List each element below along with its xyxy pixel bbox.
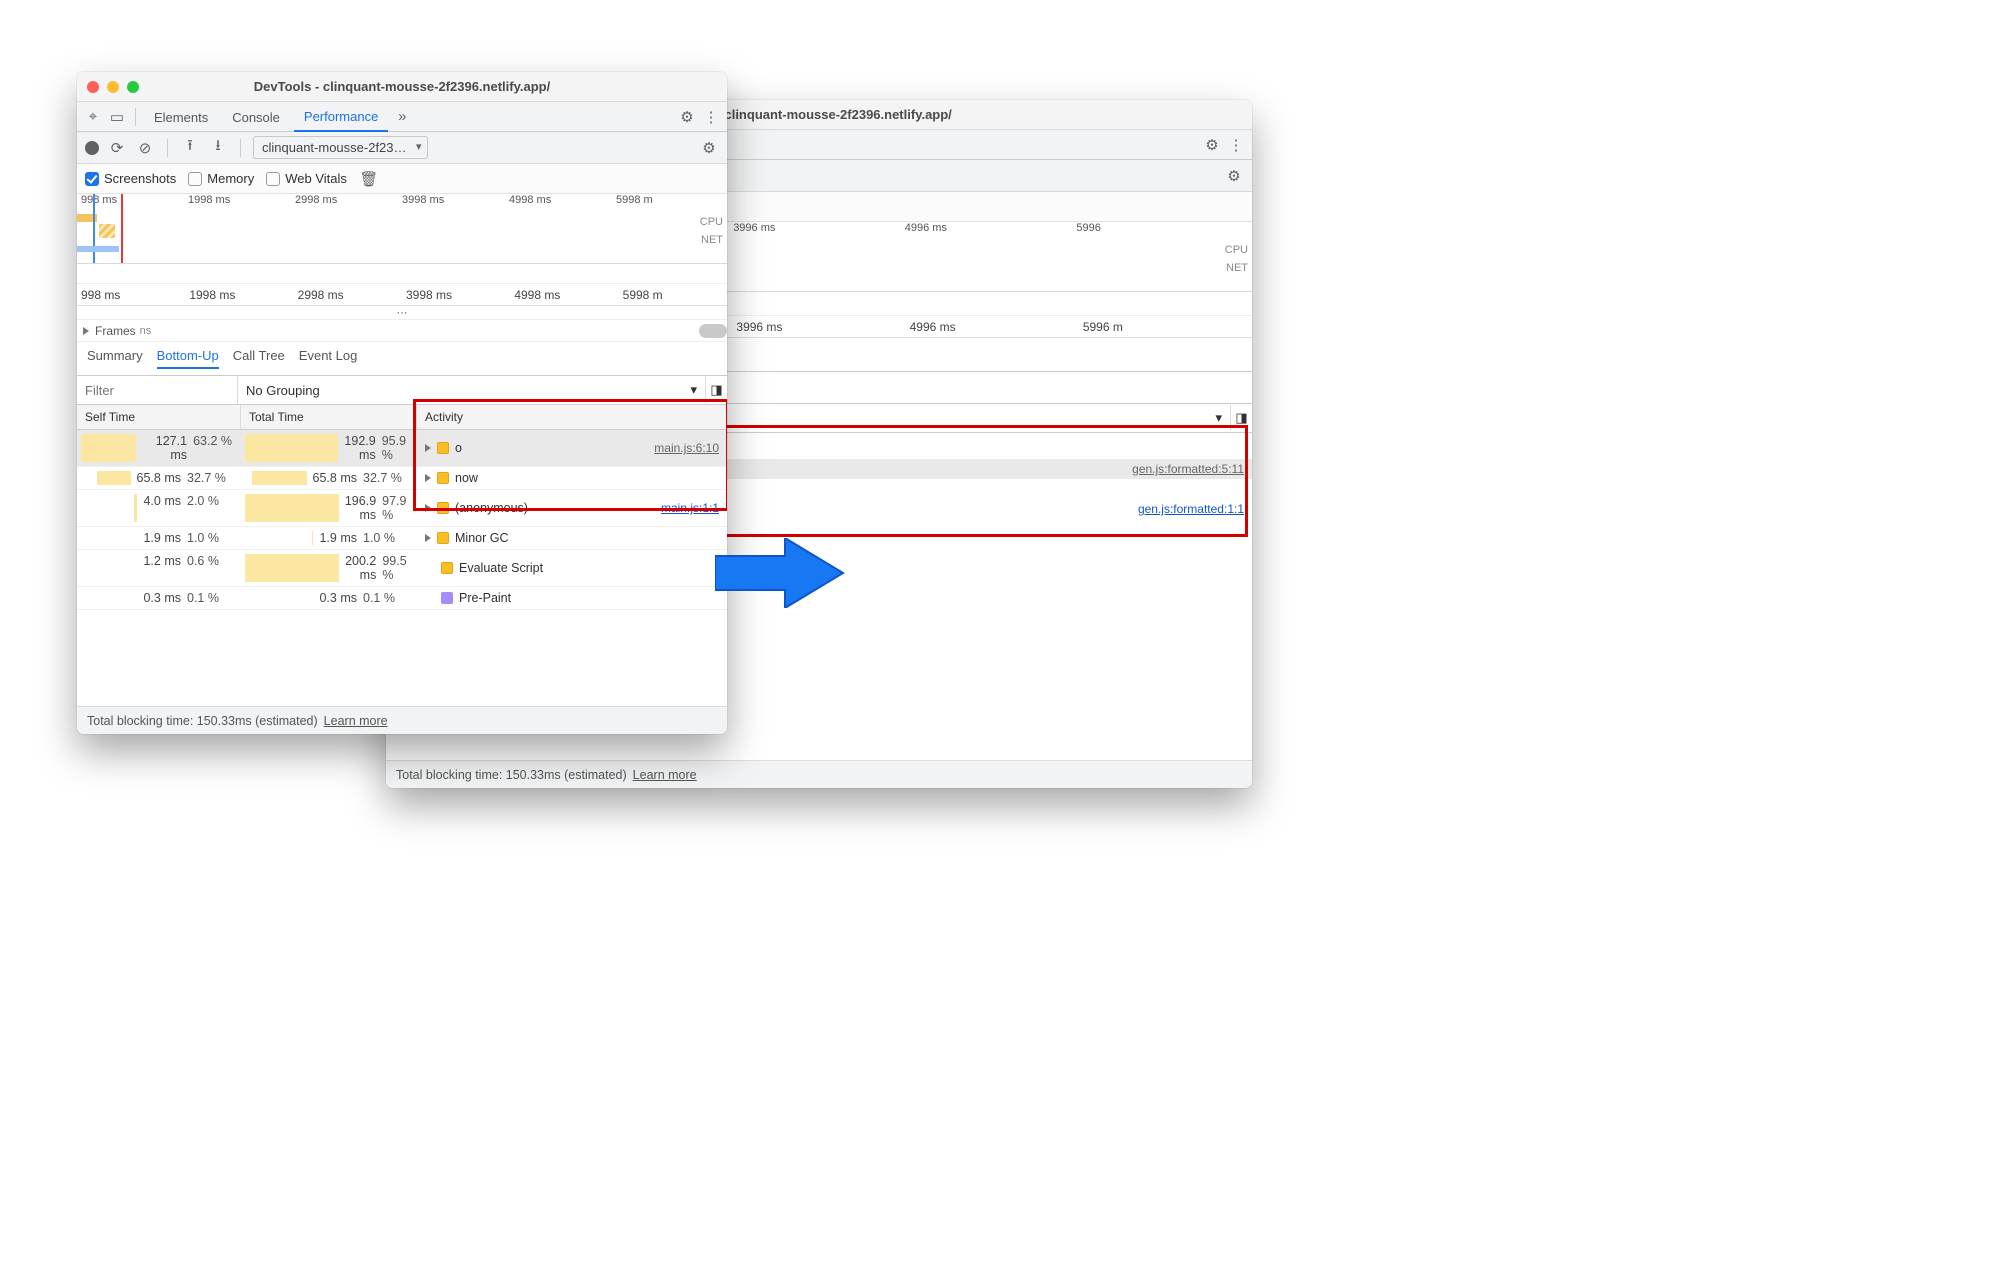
- memory-checkbox[interactable]: Memory: [188, 171, 254, 187]
- perf-toolbar: ⟳ ⊘ ⭱ ⭳ clinquant-mousse-2f23… ⚙: [77, 132, 727, 164]
- zoom-icon[interactable]: [127, 81, 139, 93]
- window-title: DevTools - clinquant-mousse-2f2396.netli…: [254, 79, 550, 94]
- scroll-pill[interactable]: [699, 324, 727, 338]
- time-cell: 200.2 ms99.5 %: [241, 550, 417, 586]
- trash-icon[interactable]: 🗑: [359, 170, 379, 188]
- activity-cell[interactable]: Evaluate Script: [417, 550, 727, 586]
- titlebar[interactable]: DevTools - clinquant-mousse-2f2396.netli…: [77, 72, 727, 102]
- time-cell: 0.3 ms0.1 %: [241, 587, 417, 609]
- device-icon[interactable]: ▭: [107, 108, 127, 126]
- status-bar: Total blocking time: 150.33ms (estimated…: [386, 760, 1252, 788]
- time-cell: 4.0 ms2.0 %: [77, 490, 241, 526]
- ruler[interactable]: 998 ms 1998 ms 2998 ms 3998 ms 4998 ms 5…: [77, 284, 727, 306]
- learn-more-link[interactable]: Learn more: [324, 707, 388, 734]
- devtools-window-a: DevTools - clinquant-mousse-2f2396.netli…: [77, 72, 727, 734]
- table-row[interactable]: 1.2 ms0.6 %200.2 ms99.5 % Evaluate Script: [77, 550, 727, 587]
- window-controls[interactable]: [87, 81, 139, 93]
- status-bar: Total blocking time: 150.33ms (estimated…: [77, 706, 727, 734]
- activity-icon: [441, 562, 453, 574]
- download-icon[interactable]: ⭳: [208, 135, 228, 160]
- gear-icon[interactable]: ⚙: [1202, 136, 1222, 154]
- time-cell: 192.9 ms95.9 %: [241, 430, 417, 466]
- net-label: NET: [701, 234, 723, 246]
- webvitals-checkbox[interactable]: Web Vitals: [266, 171, 347, 187]
- reload-icon[interactable]: ⟳: [107, 139, 127, 157]
- tab-console[interactable]: Console: [222, 103, 290, 131]
- timeline-overview[interactable]: 998 ms 1998 ms 2998 ms 3998 ms 4998 ms 5…: [77, 194, 727, 264]
- range-start-marker[interactable]: [93, 194, 95, 263]
- main-tabs: ⌖ ▭ Elements Console Performance » ⚙ ⋮: [77, 102, 727, 132]
- table-row[interactable]: 1.9 ms1.0 %1.9 ms1.0 % Minor GC: [77, 527, 727, 550]
- activity-highlight: [413, 399, 727, 511]
- cpu-label: CPU: [700, 216, 723, 228]
- time-cell: 196.9 ms97.9 %: [241, 490, 417, 526]
- upload-icon[interactable]: ⭱: [180, 135, 200, 160]
- clear-icon[interactable]: ⊘: [135, 139, 155, 157]
- overflow-icon[interactable]: »: [392, 108, 412, 125]
- tab-summary[interactable]: Summary: [87, 348, 143, 369]
- net-label: NET: [1226, 262, 1248, 274]
- gear-icon[interactable]: ⚙: [1224, 167, 1244, 185]
- chevron-right-icon[interactable]: [425, 534, 431, 542]
- gear-icon[interactable]: ⚙: [699, 139, 719, 157]
- kebab-icon[interactable]: ⋮: [701, 108, 721, 126]
- activity-icon: [441, 592, 453, 604]
- filter-input[interactable]: [77, 377, 237, 404]
- col-totaltime[interactable]: Total Time: [241, 405, 417, 429]
- activity-cell[interactable]: Minor GC: [417, 527, 727, 549]
- activity-name: Evaluate Script: [459, 561, 543, 575]
- annotation-arrow: [715, 538, 845, 608]
- learn-more-link[interactable]: Learn more: [633, 761, 697, 788]
- record-icon[interactable]: [85, 141, 99, 155]
- time-cell: 127.1 ms63.2 %: [77, 430, 241, 466]
- url-select[interactable]: clinquant-mousse-2f23…: [253, 136, 428, 159]
- tab-eventlog[interactable]: Event Log: [299, 348, 358, 369]
- range-end-marker[interactable]: [121, 194, 123, 263]
- time-cell: 1.2 ms0.6 %: [77, 550, 241, 586]
- activity-name: Minor GC: [455, 531, 508, 545]
- activity-cell[interactable]: Pre-Paint: [417, 587, 727, 609]
- screenshots-checkbox[interactable]: Screenshots: [85, 171, 176, 187]
- net-bar: [77, 246, 119, 252]
- col-selftime[interactable]: Self Time: [77, 405, 241, 429]
- tab-performance[interactable]: Performance: [294, 102, 388, 132]
- detail-tabs: Summary Bottom-Up Call Tree Event Log: [77, 342, 727, 376]
- table-row[interactable]: 0.3 ms0.1 %0.3 ms0.1 % Pre-Paint: [77, 587, 727, 610]
- gear-icon[interactable]: ⚙: [677, 108, 697, 126]
- kebab-icon[interactable]: ⋮: [1226, 136, 1246, 154]
- activity-name: Pre-Paint: [459, 591, 511, 605]
- cpu-label: CPU: [1225, 244, 1248, 256]
- activity-icon: [437, 532, 449, 544]
- time-cell: 65.8 ms32.7 %: [241, 467, 417, 489]
- minimize-icon[interactable]: [107, 81, 119, 93]
- chevron-right-icon: [83, 327, 89, 335]
- time-cell: 1.9 ms1.0 %: [241, 527, 417, 549]
- time-cell: 65.8 ms32.7 %: [77, 467, 241, 489]
- tab-calltree[interactable]: Call Tree: [233, 348, 285, 369]
- time-cell: 1.9 ms1.0 %: [77, 527, 241, 549]
- flame-bar: [99, 224, 115, 238]
- perf-toolbar-2: Screenshots Memory Web Vitals 🗑: [77, 164, 727, 194]
- frames-track[interactable]: Frames ns: [77, 320, 727, 342]
- close-icon[interactable]: [87, 81, 99, 93]
- tab-bottomup[interactable]: Bottom-Up: [157, 348, 219, 369]
- inspect-icon[interactable]: ⌖: [83, 108, 103, 125]
- tab-elements[interactable]: Elements: [144, 103, 218, 131]
- time-cell: 0.3 ms0.1 %: [77, 587, 241, 609]
